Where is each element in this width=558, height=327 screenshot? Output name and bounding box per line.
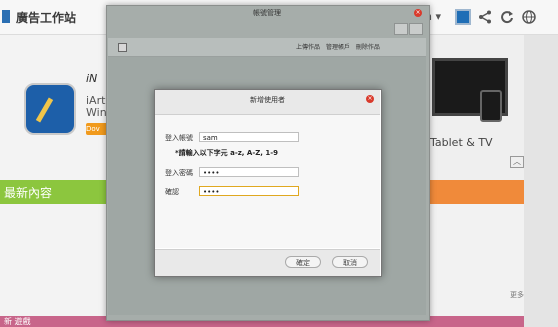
cancel-button[interactable]: 取消: [332, 256, 368, 268]
download-button[interactable]: Dov: [86, 123, 108, 135]
select-all-checkbox[interactable]: [118, 43, 127, 52]
app-icon[interactable]: [24, 83, 76, 135]
orange-section-header: [428, 180, 524, 204]
username-label: 登入帳號: [165, 134, 193, 142]
globe-icon[interactable]: [522, 10, 536, 24]
tablet-tv-label: Tablet & TV: [430, 136, 493, 149]
manage-account-link[interactable]: 管理帳戶: [326, 44, 350, 51]
tablet-image: [480, 90, 502, 122]
ok-button[interactable]: 確定: [285, 256, 321, 268]
site-brand[interactable]: 廣告工作站: [16, 9, 76, 26]
grid-view-icon[interactable]: [394, 23, 408, 35]
new-user-modal-title: 新增使用者: [250, 96, 285, 104]
promo-logo: iN: [86, 72, 98, 85]
account-dialog-title: 帳號管理: [253, 9, 281, 17]
delete-works-link[interactable]: 刪除作品: [356, 44, 380, 51]
share-icon[interactable]: [478, 10, 492, 24]
toolbar-links: 上傳作品 管理帳戶 刪除作品: [296, 42, 384, 51]
account-dialog-close-icon[interactable]: ×: [414, 9, 422, 17]
modal-close-icon[interactable]: ×: [366, 95, 374, 103]
password-label: 登入密碼: [165, 169, 193, 177]
confirm-label: 確認: [165, 188, 179, 196]
bottom-section-title: 新 遊戲: [4, 317, 31, 326]
upload-works-link[interactable]: 上傳作品: [296, 44, 320, 51]
more-link-right[interactable]: 更多: [510, 290, 524, 300]
username-input[interactable]: sam: [199, 132, 299, 142]
site-logo-icon: [2, 10, 10, 23]
right-edge-panel: [524, 35, 558, 327]
gallery-icon[interactable]: [455, 9, 471, 25]
username-hint: *請輸入以下字元 a-z, A-Z, 1-9: [175, 149, 279, 157]
list-view-icon[interactable]: [409, 23, 423, 35]
refresh-icon[interactable]: [500, 10, 514, 24]
confirm-password-input[interactable]: ••••: [199, 186, 299, 196]
password-input[interactable]: ••••: [199, 167, 299, 177]
pen-icon: [35, 97, 54, 123]
collapse-button[interactable]: ︿: [510, 156, 524, 168]
latest-section-title: 最新內容: [4, 186, 53, 200]
